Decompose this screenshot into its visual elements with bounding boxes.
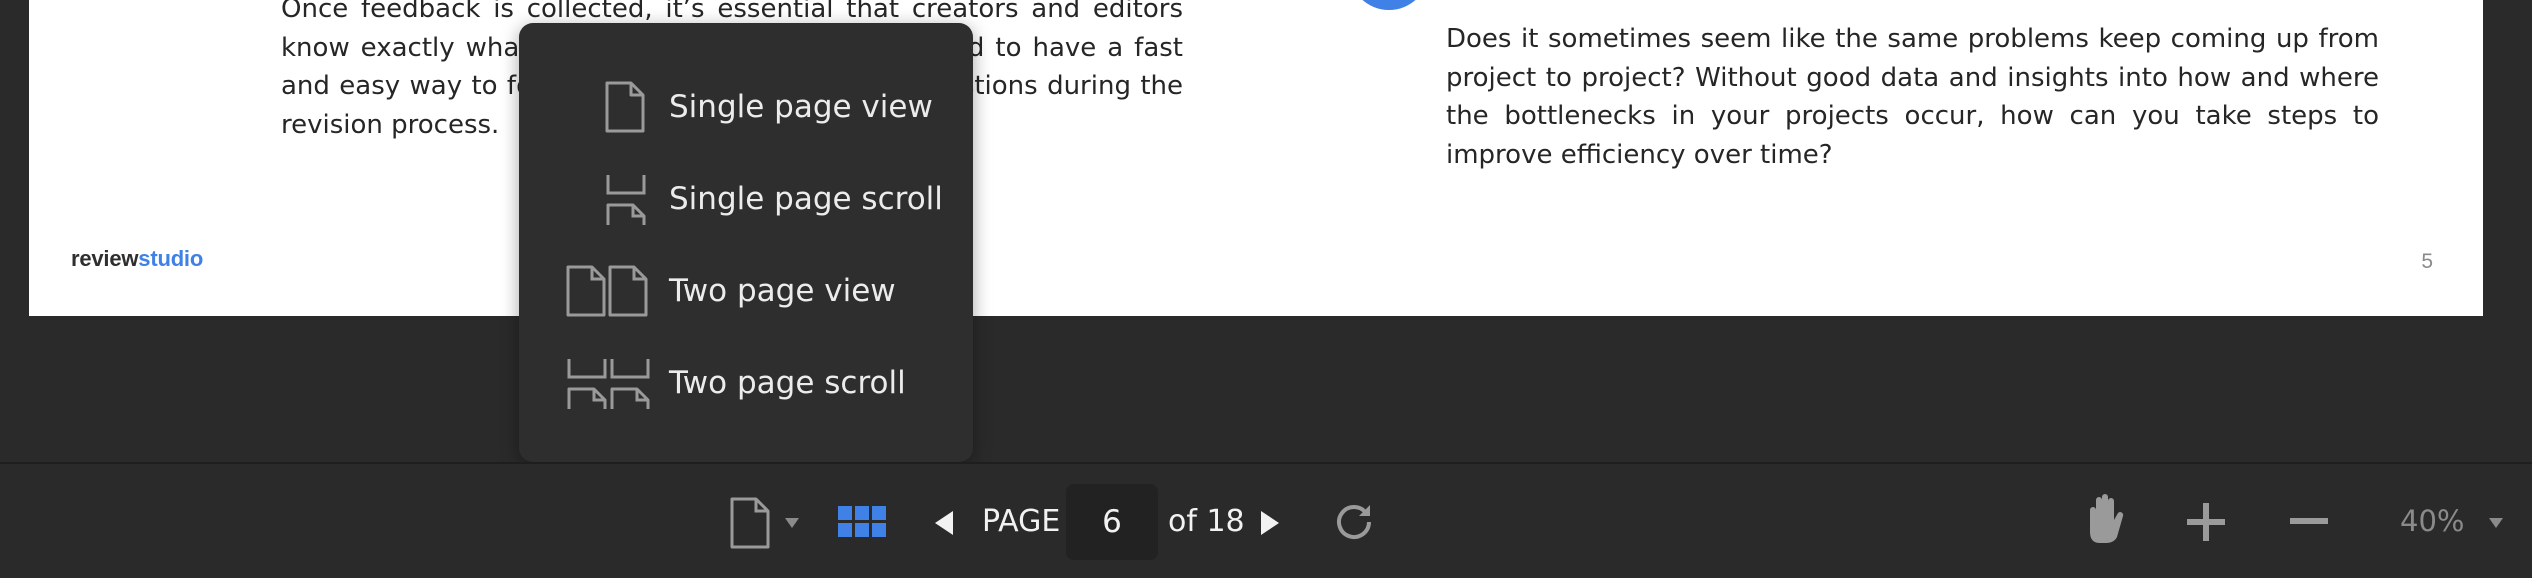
zoom-select[interactable]: 40% bbox=[2396, 504, 2506, 540]
refresh-icon[interactable] bbox=[1334, 502, 1374, 542]
single-page-view-icon bbox=[605, 81, 645, 133]
right-column-paragraph: Does it sometimes seem like the same pro… bbox=[1446, 24, 2379, 170]
document-page: Once feedback is collected, it’s essenti… bbox=[29, 0, 2483, 316]
page-number-input[interactable] bbox=[1066, 484, 1158, 560]
hand-pan-icon[interactable] bbox=[2084, 492, 2128, 544]
logo-part-studio: studio bbox=[138, 246, 204, 271]
single-page-scroll-icon bbox=[606, 175, 646, 225]
menu-item-label: Two page scroll bbox=[669, 365, 906, 401]
menu-item-label: Two page view bbox=[669, 273, 896, 309]
logo-part-review: review bbox=[71, 246, 139, 271]
menu-item-two-page-view[interactable]: Two page view bbox=[519, 245, 973, 337]
zoom-value: 40% bbox=[2400, 504, 2465, 538]
two-page-scroll-icon bbox=[567, 359, 650, 409]
caret-down-icon bbox=[2489, 518, 2503, 528]
reviewstudio-logo: reviewstudio bbox=[71, 246, 203, 272]
blue-circle-graphic bbox=[1349, 0, 1429, 10]
page-label: PAGE bbox=[982, 504, 1061, 539]
zoom-out-icon[interactable] bbox=[2290, 518, 2328, 524]
total-pages-label: of 18 bbox=[1168, 504, 1245, 539]
menu-item-label: Single page view bbox=[669, 89, 933, 125]
zoom-in-icon[interactable] bbox=[2186, 502, 2226, 542]
menu-item-single-page-view[interactable]: Single page view bbox=[519, 61, 973, 153]
menu-item-single-page-scroll[interactable]: Single page scroll bbox=[519, 153, 973, 245]
caret-down-icon bbox=[785, 518, 799, 528]
page-number: 5 bbox=[2421, 250, 2433, 273]
next-page-icon[interactable] bbox=[1260, 510, 1280, 536]
bottom-toolbar: PAGE of 18 40% bbox=[0, 462, 2532, 578]
view-mode-menu: Single page view Single page scroll Two … bbox=[519, 23, 973, 462]
two-page-view-icon bbox=[566, 265, 648, 317]
view-mode-button[interactable] bbox=[730, 497, 800, 549]
menu-item-label: Single page scroll bbox=[669, 181, 943, 217]
previous-page-icon[interactable] bbox=[934, 510, 954, 536]
page-icon bbox=[730, 497, 770, 549]
menu-item-two-page-scroll[interactable]: Two page scroll bbox=[519, 337, 973, 429]
thumbnail-grid-icon[interactable] bbox=[838, 506, 886, 540]
